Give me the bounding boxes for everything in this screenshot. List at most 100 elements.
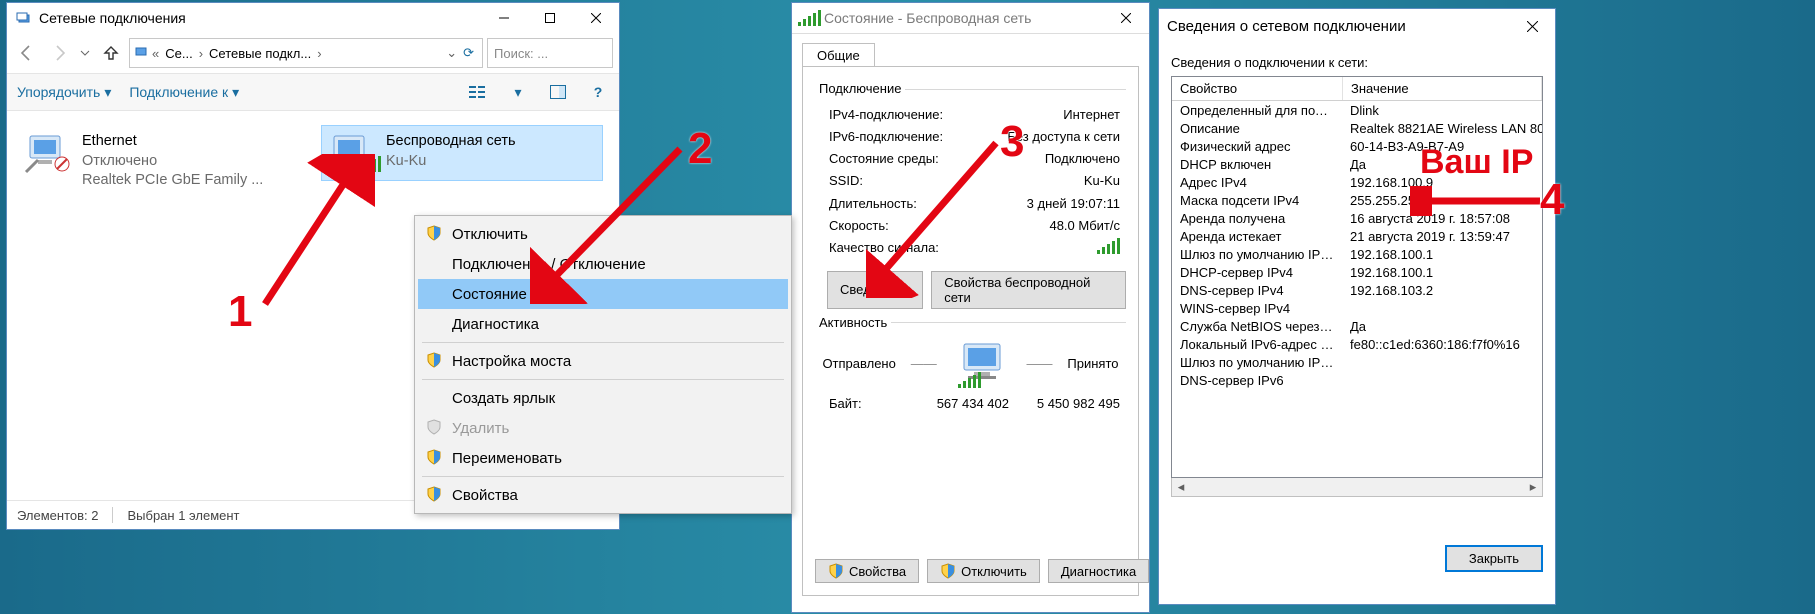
ctx-connect[interactable]: Подключение / Отключение bbox=[418, 249, 788, 279]
table-row[interactable]: DNS-сервер IPv6 bbox=[1172, 371, 1542, 389]
organize-button[interactable]: Упорядочить ▾ bbox=[17, 84, 111, 101]
table-row[interactable]: Аренда истекает21 августа 2019 г. 13:59:… bbox=[1172, 227, 1542, 245]
table-row[interactable]: Адрес IPv4192.168.100.9 bbox=[1172, 173, 1542, 191]
adapter-wireless[interactable]: Беспроводная сеть Ku-Ku bbox=[321, 125, 603, 181]
recent-dropdown[interactable] bbox=[77, 39, 93, 67]
table-row[interactable]: Шлюз по умолчанию IPv6 bbox=[1172, 353, 1542, 371]
shield-icon bbox=[426, 225, 444, 243]
ctx-diagnose[interactable]: Диагностика bbox=[418, 309, 788, 339]
adapter-name: Беспроводная сеть bbox=[386, 132, 516, 152]
ctx-properties[interactable]: Свойства bbox=[418, 480, 788, 510]
breadcrumb[interactable]: Сетевые подкл... bbox=[205, 46, 315, 61]
status-count: Элементов: 2 bbox=[17, 508, 98, 523]
maximize-button[interactable] bbox=[527, 3, 573, 33]
wireless-properties-button[interactable]: Свойства беспроводной сети bbox=[931, 271, 1126, 309]
minimize-button[interactable] bbox=[481, 3, 527, 33]
table-row[interactable]: Аренда получена16 августа 2019 г. 18:57:… bbox=[1172, 209, 1542, 227]
table-row[interactable]: DHCP включенДа bbox=[1172, 155, 1542, 173]
table-row[interactable]: Определенный для подк...Dlink bbox=[1172, 101, 1542, 119]
address-dropdown[interactable]: ⌄ bbox=[446, 45, 457, 61]
control-panel-icon bbox=[15, 9, 33, 27]
value-cell: Да bbox=[1342, 155, 1542, 173]
shield-icon bbox=[426, 352, 444, 370]
chevron-down-icon: ▾ bbox=[104, 84, 111, 101]
property-cell: Локальный IPv6-адрес ка... bbox=[1172, 335, 1342, 353]
label: Состояние среды: bbox=[829, 149, 939, 169]
shield-icon bbox=[426, 449, 444, 467]
property-cell: Маска подсети IPv4 bbox=[1172, 191, 1342, 209]
search-input[interactable]: Поиск: ... bbox=[487, 38, 613, 68]
scroll-left-icon[interactable]: ◂ bbox=[1172, 479, 1190, 495]
shield-icon bbox=[426, 486, 444, 504]
close-button[interactable]: Закрыть bbox=[1445, 545, 1543, 572]
col-property[interactable]: Свойство bbox=[1172, 77, 1343, 100]
ctx-shortcut[interactable]: Создать ярлык bbox=[418, 383, 788, 413]
window-title: Состояние - Беспроводная сеть bbox=[824, 10, 1103, 26]
close-button[interactable] bbox=[1103, 3, 1149, 33]
chevron-right-icon[interactable]: › bbox=[317, 46, 321, 61]
table-row[interactable]: DHCP-сервер IPv4192.168.100.1 bbox=[1172, 263, 1542, 281]
table-row[interactable]: Физический адрес60-14-B3-A9-B7-A9 bbox=[1172, 137, 1542, 155]
value-cell: 60-14-B3-A9-B7-A9 bbox=[1342, 137, 1542, 155]
disable-button[interactable]: Отключить bbox=[927, 559, 1040, 583]
menu-separator bbox=[422, 476, 784, 477]
table-row[interactable]: Шлюз по умолчанию IPv4192.168.100.1 bbox=[1172, 245, 1542, 263]
adapter-ethernet[interactable]: Ethernet Отключено Realtek PCIe GbE Fami… bbox=[17, 125, 311, 198]
value-cell: 16 августа 2019 г. 18:57:08 bbox=[1342, 209, 1542, 227]
address-bar-row: « Се... › Сетевые подкл... › ⌄ ⟳ Поиск: … bbox=[7, 33, 619, 73]
ctx-disable[interactable]: Отключить bbox=[418, 219, 788, 249]
chevron-down-icon[interactable]: ▾ bbox=[507, 81, 529, 103]
address-bar[interactable]: « Се... › Сетевые подкл... › ⌄ ⟳ bbox=[129, 38, 483, 68]
property-cell: Адрес IPv4 bbox=[1172, 173, 1342, 191]
table-row[interactable]: ОписаниеRealtek 8821AE Wireless LAN 802.… bbox=[1172, 119, 1542, 137]
details-button[interactable]: Сведения... bbox=[827, 271, 923, 309]
table-row[interactable]: Служба NetBIOS через T...Да bbox=[1172, 317, 1542, 335]
chevron-right-icon[interactable]: › bbox=[199, 46, 203, 61]
value-cell: 192.168.103.2 bbox=[1342, 281, 1542, 299]
table-row[interactable]: DNS-сервер IPv4192.168.103.2 bbox=[1172, 281, 1542, 299]
titlebar[interactable]: Состояние - Беспроводная сеть bbox=[792, 3, 1149, 34]
table-row[interactable]: Локальный IPv6-адрес ка...fe80::c1ed:636… bbox=[1172, 335, 1542, 353]
close-button[interactable] bbox=[1509, 11, 1555, 41]
ctx-bridge[interactable]: Настройка моста bbox=[418, 346, 788, 376]
details-grid[interactable]: Свойство Значение Определенный для подк.… bbox=[1171, 76, 1543, 478]
preview-pane-icon[interactable] bbox=[547, 81, 569, 103]
titlebar[interactable]: Сведения о сетевом подключении bbox=[1159, 9, 1555, 43]
connection-details-window: Сведения о сетевом подключении Сведения … bbox=[1158, 8, 1556, 605]
breadcrumb[interactable]: Се... bbox=[161, 46, 196, 61]
ctx-status[interactable]: Состояние bbox=[418, 279, 788, 309]
scroll-right-icon[interactable]: ▸ bbox=[1524, 479, 1542, 495]
forward-button[interactable] bbox=[45, 39, 73, 67]
adapter-name: Ethernet bbox=[82, 132, 263, 152]
table-row[interactable]: WINS-сервер IPv4 bbox=[1172, 299, 1542, 317]
window-title: Сведения о сетевом подключении bbox=[1167, 18, 1509, 35]
wifi-status-window: Состояние - Беспроводная сеть Общие Подк… bbox=[791, 2, 1150, 613]
computer-icon bbox=[952, 340, 1012, 388]
adapter-list: Ethernet Отключено Realtek PCIe GbE Fami… bbox=[7, 111, 619, 212]
value: 48.0 Мбит/с bbox=[1049, 216, 1120, 236]
help-icon[interactable]: ? bbox=[587, 81, 609, 103]
signal-icon bbox=[800, 9, 818, 27]
diagnose-button[interactable]: Диагностика bbox=[1048, 559, 1149, 583]
properties-button[interactable]: Свойства bbox=[815, 559, 919, 583]
ctx-rename[interactable]: Переименовать bbox=[418, 443, 788, 473]
ctx-delete[interactable]: Удалить bbox=[418, 413, 788, 443]
close-button[interactable] bbox=[573, 3, 619, 33]
property-cell: WINS-сервер IPv4 bbox=[1172, 299, 1342, 317]
col-value[interactable]: Значение bbox=[1343, 77, 1542, 100]
titlebar[interactable]: Сетевые подключения bbox=[7, 3, 619, 33]
connect-to-button[interactable]: Подключение к ▾ bbox=[129, 84, 239, 101]
back-button[interactable] bbox=[13, 39, 41, 67]
property-cell: DNS-сервер IPv6 bbox=[1172, 371, 1342, 389]
tab-general[interactable]: Общие bbox=[802, 43, 875, 67]
up-button[interactable] bbox=[97, 39, 125, 67]
toolbar: Упорядочить ▾ Подключение к ▾ ▾ ? bbox=[7, 73, 619, 111]
refresh-icon[interactable]: ⟳ bbox=[459, 45, 478, 61]
horizontal-scrollbar[interactable]: ◂▸ bbox=[1171, 478, 1543, 497]
table-row[interactable]: Маска подсети IPv4255.255.255.0 bbox=[1172, 191, 1542, 209]
activity-diagram: Отправлено —— —— Принято bbox=[815, 340, 1126, 388]
view-options-icon[interactable] bbox=[467, 81, 489, 103]
sent-label: Отправлено bbox=[822, 356, 895, 371]
label: IPv4-подключение: bbox=[829, 105, 943, 125]
grid-header[interactable]: Свойство Значение bbox=[1172, 77, 1542, 101]
